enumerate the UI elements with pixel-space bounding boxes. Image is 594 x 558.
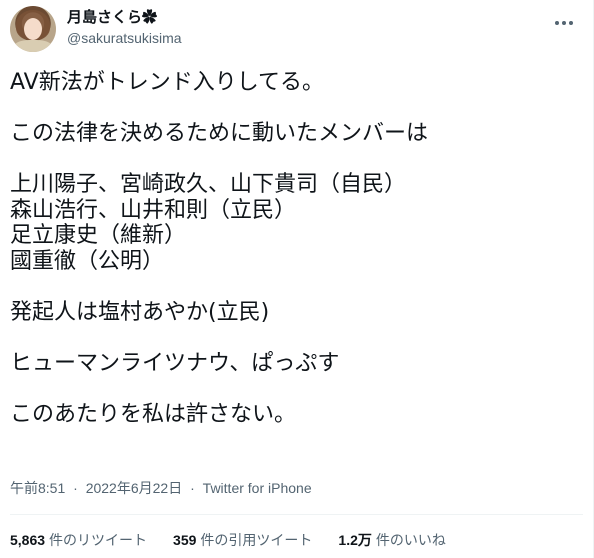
- author-names: 月島さくら✿ @sakuratsukisima: [67, 8, 182, 48]
- tweet-line: 國重徹（公明）: [10, 248, 165, 274]
- author-display-name[interactable]: 月島さくら✿: [67, 8, 182, 28]
- tweet-line: 森山浩行、山井和則（立民）: [10, 197, 297, 223]
- avatar-shirt: [14, 40, 52, 52]
- more-horizontal-icon-dot: [562, 21, 566, 25]
- quotes-label: 件の引用ツイート: [200, 532, 313, 548]
- quotes-count: 359: [173, 532, 197, 548]
- tweet-line: このあたりを私は許さない。: [10, 401, 297, 427]
- retweets-stat[interactable]: 5,863 件のリツイート: [10, 530, 147, 550]
- likes-stat[interactable]: 1.2万 件のいいね: [338, 530, 445, 550]
- author-handle[interactable]: @sakuratsukisima: [67, 28, 182, 48]
- likes-label: 件のいいね: [375, 532, 446, 548]
- avatar-face: [24, 18, 42, 40]
- more-options-button[interactable]: [549, 12, 579, 34]
- retweets-count: 5,863: [10, 532, 46, 548]
- tweet-line: [10, 376, 583, 402]
- meta-separator: ·: [73, 480, 78, 496]
- tweet-card: 月島さくら✿ @sakuratsukisima AV新法がトレンド入りしてる。 …: [0, 0, 594, 558]
- divider: [10, 514, 583, 515]
- more-horizontal-icon: [555, 21, 559, 25]
- quotes-stat[interactable]: 359 件の引用ツイート: [173, 530, 312, 550]
- tweet-timestamp-date[interactable]: 2022年6月22日: [86, 480, 183, 496]
- tweet-text: AV新法がトレンド入りしてる。 この法律を決めるために動いたメンバーは 上川陽子…: [10, 70, 583, 427]
- tweet-line: 上川陽子、宮崎政久、山下貴司（自民）: [10, 172, 407, 197]
- tweet-line: AV新法がトレンド入りしてる。: [10, 70, 325, 95]
- tweet-line: ヒューマンライツナウ、ぱっぷす: [10, 350, 340, 376]
- tweet-source[interactable]: Twitter for iPhone: [203, 480, 312, 496]
- tweet-line: [10, 147, 583, 173]
- tweet-line: [10, 96, 583, 122]
- tweet-timestamp-time[interactable]: 午前8:51: [10, 480, 65, 496]
- tweet-header: 月島さくら✿ @sakuratsukisima: [10, 6, 593, 56]
- tweet-line: [10, 274, 583, 300]
- tweet-line: [10, 325, 583, 351]
- tweet-line: 発起人は塩村あやか(立民): [10, 299, 270, 325]
- tweet-meta: 午前8:51 · 2022年6月22日 · Twitter for iPhone: [10, 478, 312, 498]
- tweet-line: 足立康史（維新）: [10, 223, 187, 248]
- retweets-label: 件のリツイート: [49, 532, 148, 548]
- avatar[interactable]: [10, 6, 56, 52]
- likes-count: 1.2万: [338, 532, 372, 548]
- tweet-line: この法律を決めるために動いたメンバーは: [10, 121, 429, 146]
- meta-separator: ·: [190, 480, 195, 496]
- more-horizontal-icon-dot: [569, 21, 573, 25]
- tweet-stats: 5,863 件のリツイート 359 件の引用ツイート 1.2万 件のいいね: [10, 530, 472, 550]
